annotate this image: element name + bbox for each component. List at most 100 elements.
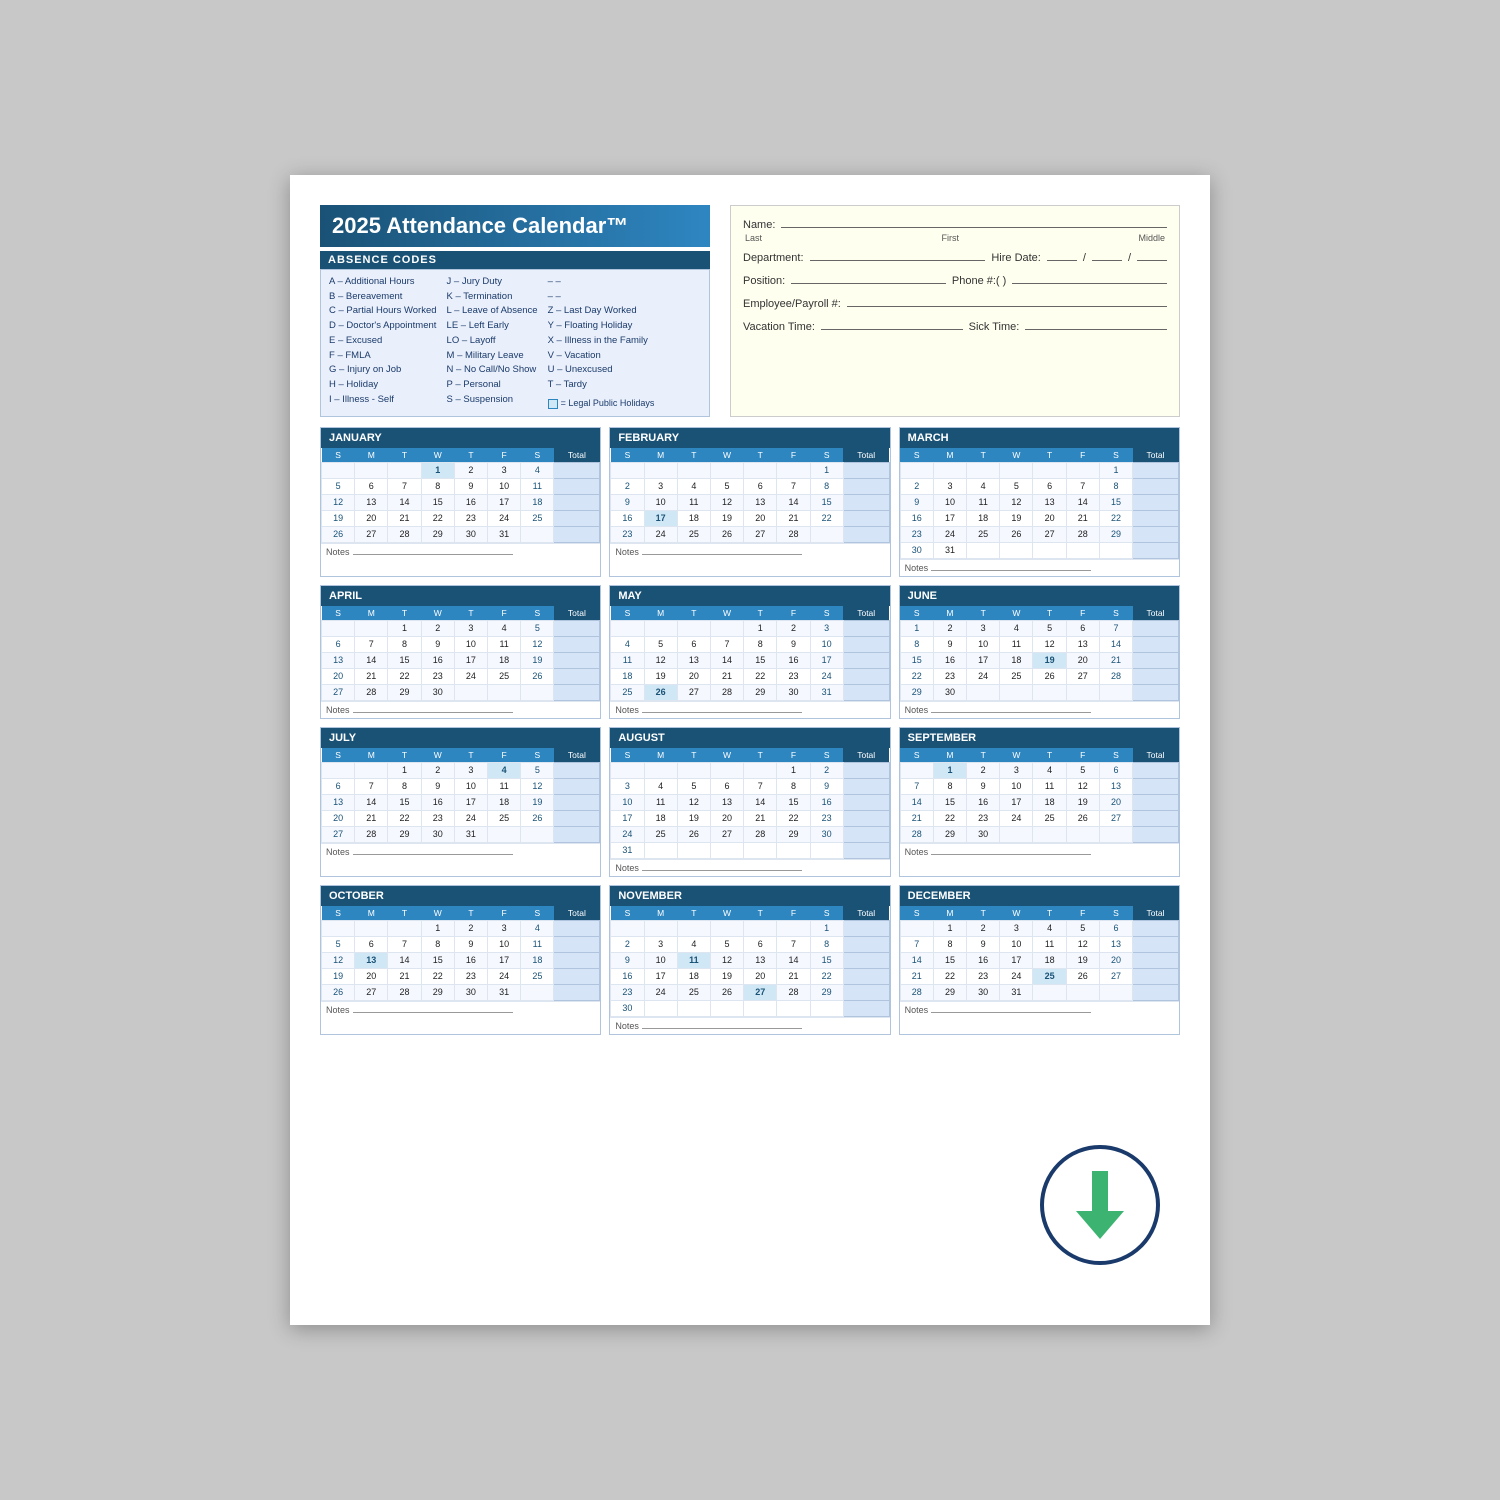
calendar-day[interactable]: 2: [900, 478, 933, 494]
calendar-day[interactable]: [1066, 684, 1099, 700]
calendar-day[interactable]: 19: [710, 510, 743, 526]
calendar-day[interactable]: [900, 462, 933, 478]
calendar-day[interactable]: [710, 620, 743, 636]
calendar-day[interactable]: 9: [421, 778, 454, 794]
calendar-day[interactable]: 28: [355, 826, 388, 842]
calendar-day[interactable]: 20: [322, 810, 355, 826]
notes-line[interactable]: [642, 554, 802, 555]
calendar-day[interactable]: 6: [710, 778, 743, 794]
calendar-day[interactable]: 12: [677, 794, 710, 810]
calendar-day[interactable]: 18: [1033, 952, 1066, 968]
calendar-day[interactable]: 11: [1033, 936, 1066, 952]
calendar-day[interactable]: 28: [355, 684, 388, 700]
calendar-day[interactable]: 23: [900, 526, 933, 542]
calendar-day[interactable]: 28: [710, 684, 743, 700]
calendar-day[interactable]: [843, 810, 889, 826]
calendar-day[interactable]: 6: [744, 936, 777, 952]
calendar-day[interactable]: 25: [611, 684, 644, 700]
calendar-day[interactable]: [644, 920, 677, 936]
calendar-day[interactable]: [488, 826, 521, 842]
calendar-day[interactable]: [1133, 810, 1179, 826]
calendar-day[interactable]: [1133, 510, 1179, 526]
calendar-day[interactable]: 1: [388, 762, 421, 778]
calendar-day[interactable]: 21: [900, 810, 933, 826]
calendar-day[interactable]: 28: [777, 526, 810, 542]
calendar-day[interactable]: 21: [1099, 652, 1132, 668]
calendar-day[interactable]: [843, 668, 889, 684]
calendar-day[interactable]: 1: [744, 620, 777, 636]
calendar-day[interactable]: 7: [777, 936, 810, 952]
calendar-day[interactable]: 30: [810, 826, 843, 842]
calendar-day[interactable]: [554, 494, 600, 510]
notes-line[interactable]: [353, 712, 513, 713]
calendar-day[interactable]: 17: [488, 494, 521, 510]
calendar-day[interactable]: 13: [1033, 494, 1066, 510]
calendar-day[interactable]: [843, 652, 889, 668]
calendar-day[interactable]: 26: [644, 684, 677, 700]
calendar-day[interactable]: [1133, 478, 1179, 494]
calendar-day[interactable]: 3: [611, 778, 644, 794]
calendar-day[interactable]: 20: [322, 668, 355, 684]
calendar-day[interactable]: 26: [1066, 810, 1099, 826]
calendar-day[interactable]: 26: [322, 984, 355, 1000]
calendar-day[interactable]: [744, 762, 777, 778]
calendar-day[interactable]: 8: [388, 778, 421, 794]
calendar-day[interactable]: 8: [1099, 478, 1132, 494]
calendar-day[interactable]: 20: [710, 810, 743, 826]
notes-line[interactable]: [931, 570, 1091, 571]
calendar-day[interactable]: 10: [967, 636, 1000, 652]
calendar-day[interactable]: 29: [933, 984, 966, 1000]
calendar-day[interactable]: 12: [521, 778, 554, 794]
calendar-day[interactable]: 18: [644, 810, 677, 826]
calendar-day[interactable]: 25: [677, 984, 710, 1000]
calendar-day[interactable]: 5: [1066, 920, 1099, 936]
calendar-day[interactable]: [1133, 762, 1179, 778]
calendar-day[interactable]: 2: [611, 936, 644, 952]
calendar-day[interactable]: 29: [900, 684, 933, 700]
calendar-day[interactable]: 12: [1000, 494, 1033, 510]
calendar-day[interactable]: 19: [1000, 510, 1033, 526]
calendar-day[interactable]: 3: [967, 620, 1000, 636]
calendar-day[interactable]: 31: [1000, 984, 1033, 1000]
calendar-day[interactable]: 22: [421, 510, 454, 526]
calendar-day[interactable]: [677, 462, 710, 478]
calendar-day[interactable]: 11: [967, 494, 1000, 510]
calendar-day[interactable]: 31: [611, 842, 644, 858]
calendar-day[interactable]: 31: [454, 826, 487, 842]
calendar-day[interactable]: [843, 984, 889, 1000]
calendar-day[interactable]: [454, 684, 487, 700]
calendar-day[interactable]: 14: [777, 952, 810, 968]
calendar-day[interactable]: 25: [488, 810, 521, 826]
calendar-day[interactable]: [355, 620, 388, 636]
calendar-day[interactable]: 17: [454, 652, 487, 668]
calendar-day[interactable]: 4: [1033, 920, 1066, 936]
calendar-day[interactable]: 19: [677, 810, 710, 826]
calendar-day[interactable]: [644, 620, 677, 636]
calendar-day[interactable]: 15: [900, 652, 933, 668]
calendar-day[interactable]: [810, 1000, 843, 1016]
calendar-day[interactable]: 6: [1099, 762, 1132, 778]
calendar-day[interactable]: 12: [322, 952, 355, 968]
calendar-day[interactable]: [810, 842, 843, 858]
calendar-day[interactable]: 20: [744, 510, 777, 526]
calendar-day[interactable]: 5: [1033, 620, 1066, 636]
calendar-day[interactable]: 15: [1099, 494, 1132, 510]
calendar-day[interactable]: 22: [421, 968, 454, 984]
calendar-day[interactable]: 30: [454, 984, 487, 1000]
calendar-day[interactable]: 1: [810, 920, 843, 936]
calendar-day[interactable]: [777, 920, 810, 936]
calendar-day[interactable]: 18: [967, 510, 1000, 526]
calendar-day[interactable]: 12: [1033, 636, 1066, 652]
vac-line[interactable]: [821, 316, 963, 330]
notes-line[interactable]: [642, 712, 802, 713]
calendar-day[interactable]: 2: [454, 920, 487, 936]
calendar-day[interactable]: 21: [744, 810, 777, 826]
calendar-day[interactable]: 27: [710, 826, 743, 842]
calendar-day[interactable]: 6: [1066, 620, 1099, 636]
calendar-day[interactable]: 2: [777, 620, 810, 636]
calendar-day[interactable]: 2: [967, 762, 1000, 778]
calendar-day[interactable]: [355, 462, 388, 478]
calendar-day[interactable]: 23: [810, 810, 843, 826]
calendar-day[interactable]: 26: [710, 984, 743, 1000]
calendar-day[interactable]: [521, 684, 554, 700]
